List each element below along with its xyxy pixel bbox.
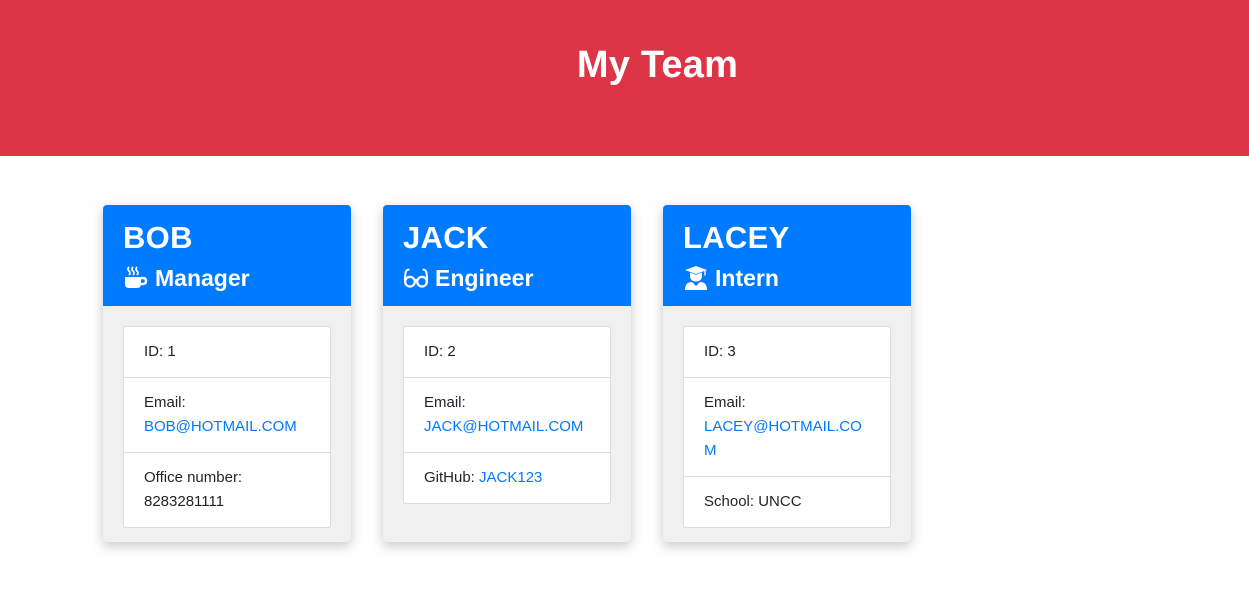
office-number-row: Office number: 8283281111 <box>124 453 330 527</box>
email-link[interactable]: LACEY@HOTMAIL.COM <box>704 418 862 459</box>
github-row: GitHub: JACK123 <box>404 453 610 503</box>
employee-role: Intern <box>683 263 891 293</box>
employee-name: LACEY <box>683 220 790 255</box>
email-label: Email: <box>424 394 466 411</box>
employee-card-intern: LACEY Intern ID: 3 Email: LACEY@HOTMAIL.… <box>663 205 911 542</box>
email-label: Email: <box>144 394 186 411</box>
employee-details: ID: 1 Email: BOB@HOTMAIL.COM Office numb… <box>123 326 331 528</box>
email-link[interactable]: JACK@HOTMAIL.COM <box>424 418 583 435</box>
email-link[interactable]: BOB@HOTMAIL.COM <box>144 418 297 435</box>
school-row: School: UNCC <box>684 477 890 527</box>
mug-hot-icon <box>123 265 149 291</box>
employee-email-row: Email: BOB@HOTMAIL.COM <box>124 378 330 453</box>
employee-id: ID: 1 <box>124 327 330 378</box>
employee-card-engineer: JACK Engineer ID: 2 Email: JACK@HOTMAIL.… <box>383 205 631 542</box>
card-header: LACEY Intern <box>663 205 911 306</box>
employee-name: JACK <box>403 220 489 255</box>
github-label: GitHub: <box>424 469 480 486</box>
office-number-value: 8283281111 <box>144 493 225 510</box>
employee-id: ID: 3 <box>684 327 890 378</box>
office-number-label: Office number: <box>144 469 243 486</box>
user-graduate-icon <box>683 265 709 291</box>
role-label: Manager <box>155 264 250 291</box>
team-cards: BOB Manager ID: 1 Email: BOB@HOTMAIL.COM… <box>0 156 1249 599</box>
github-link[interactable]: JACK123 <box>479 469 542 486</box>
employee-name: BOB <box>123 220 193 255</box>
employee-details: ID: 2 Email: JACK@HOTMAIL.COM GitHub: JA… <box>403 326 611 504</box>
email-label: Email: <box>704 394 746 411</box>
card-header: BOB Manager <box>103 205 351 306</box>
school-value: UNCC <box>758 493 802 510</box>
page-title: My Team <box>576 43 739 86</box>
employee-role: Engineer <box>403 263 611 293</box>
employee-details: ID: 3 Email: LACEY@HOTMAIL.COM School: U… <box>683 326 891 528</box>
employee-email-row: Email: LACEY@HOTMAIL.COM <box>684 378 890 477</box>
employee-email-row: Email: JACK@HOTMAIL.COM <box>404 378 610 453</box>
page-header: My Team <box>0 0 1249 156</box>
card-header: JACK Engineer <box>383 205 631 306</box>
role-label: Intern <box>715 264 779 291</box>
employee-role: Manager <box>123 263 331 293</box>
role-label: Engineer <box>435 264 534 291</box>
school-label: School: <box>704 493 759 510</box>
glasses-icon <box>403 265 429 291</box>
employee-id: ID: 2 <box>404 327 610 378</box>
employee-card-manager: BOB Manager ID: 1 Email: BOB@HOTMAIL.COM… <box>103 205 351 542</box>
